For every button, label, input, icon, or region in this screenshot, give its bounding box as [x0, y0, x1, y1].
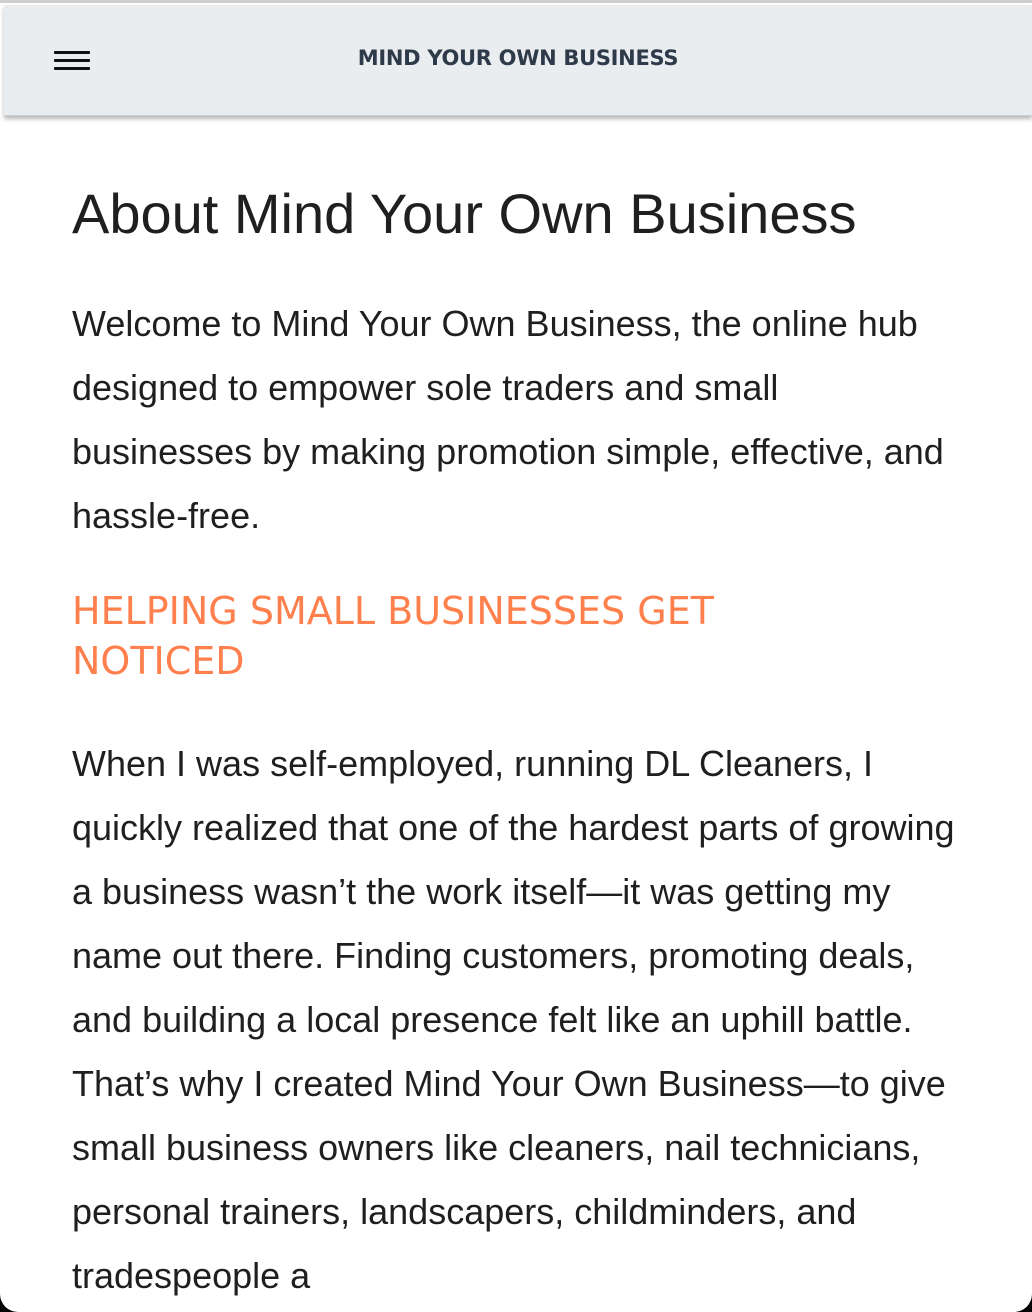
story-paragraph: When I was self-employed, running DL Cle… [72, 743, 955, 1296]
top-border [0, 0, 1032, 3]
browser-viewport: MIND YOUR OWN BUSINESS About Mind Your O… [0, 0, 1032, 1312]
intro-paragraph: Welcome to Mind Your Own Business, the o… [72, 303, 944, 536]
navbar: MIND YOUR OWN BUSINESS [4, 5, 1032, 116]
page-title: About Mind Your Own Business [72, 182, 857, 245]
section-heading: HELPING SMALL BUSINESSES GET NOTICED [72, 589, 714, 683]
main-content: About Mind Your Own Business Welcome to … [72, 170, 972, 1308]
site-brand[interactable]: MIND YOUR OWN BUSINESS [4, 46, 1032, 70]
